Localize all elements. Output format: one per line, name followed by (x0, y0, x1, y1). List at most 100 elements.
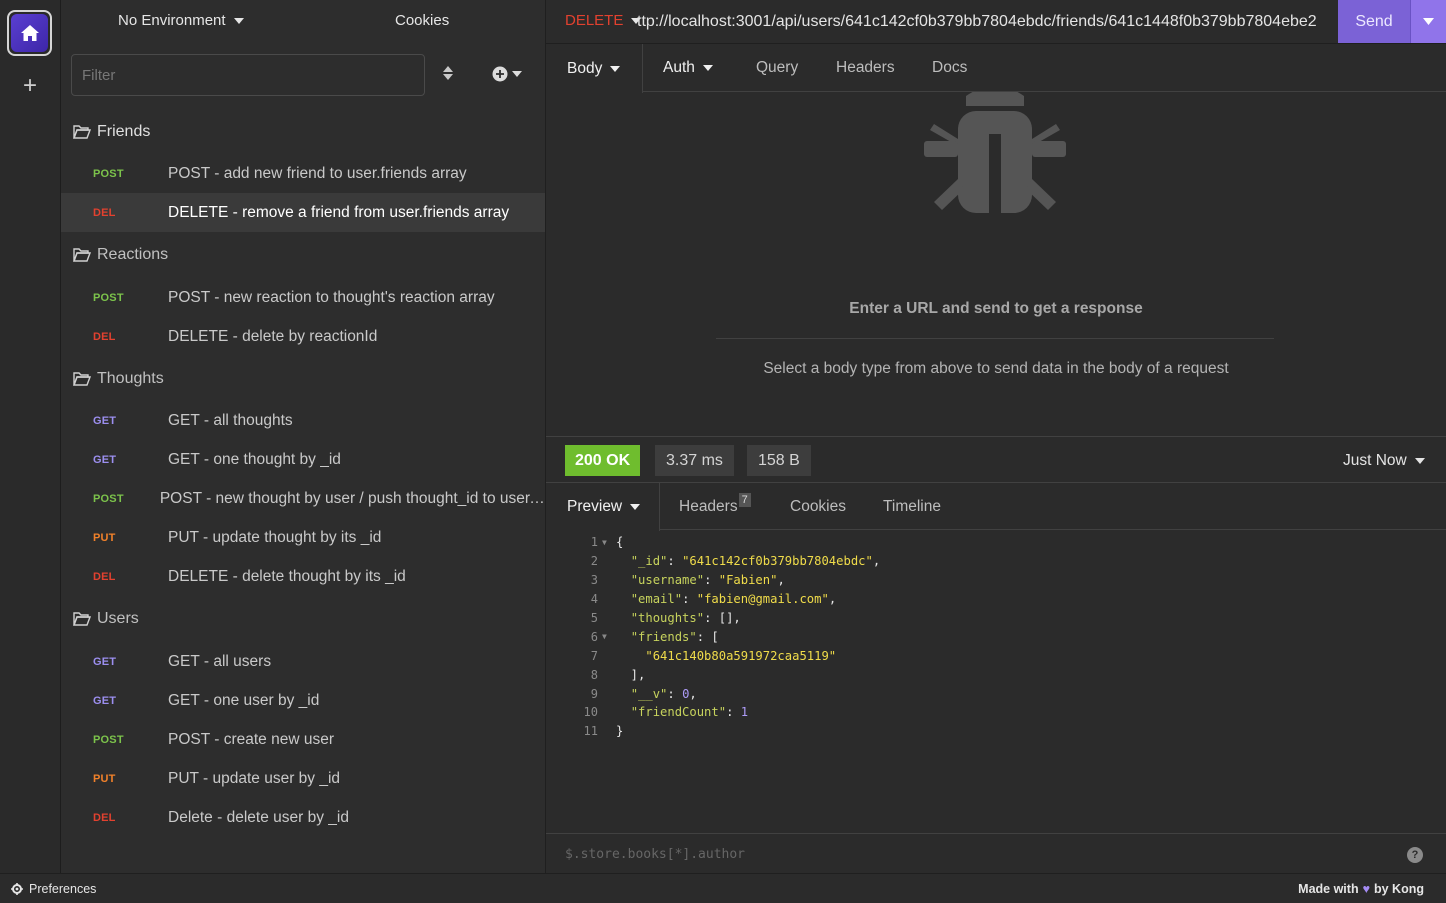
json-punct: : [], (704, 611, 741, 625)
folder-label: Thoughts (97, 370, 164, 387)
request-item[interactable]: GET GET - all users (61, 642, 545, 681)
request-name: PUT - update thought by its _id (168, 528, 382, 546)
filter-input[interactable] (71, 54, 425, 96)
response-filter-bar: ? (546, 833, 1446, 873)
code-text: ], (616, 668, 646, 682)
url-bar: DELETE Send (546, 0, 1446, 44)
add-project-icon[interactable]: + (19, 74, 41, 98)
request-item[interactable]: PUT PUT - update user by _id (61, 759, 545, 798)
json-punct: : (726, 705, 741, 720)
request-item[interactable]: POST POST - create new user (61, 720, 545, 759)
folder-label: Users (97, 610, 139, 627)
json-string: "641c140b80a591972caa5119" (645, 648, 837, 663)
json-punct: : (704, 573, 719, 588)
home-icon (11, 14, 48, 52)
line-number: 11 (583, 724, 598, 739)
line-number: 3 (590, 573, 598, 588)
code-line: 8 ], (546, 665, 1446, 684)
made-with-kong[interactable]: Made with ♥ by Kong (1298, 882, 1424, 896)
request-item[interactable]: GET GET - one thought by _id (61, 440, 545, 479)
empty-state-title: Enter a URL and send to get a response (849, 300, 1143, 317)
request-item[interactable]: GET GET - all thoughts (61, 401, 545, 440)
json-punct: : (667, 686, 683, 701)
request-body-panel: Enter a URL and send to get a response S… (546, 92, 1446, 437)
request-name: DELETE - delete thought by its _id (168, 567, 406, 585)
create-button[interactable] (492, 62, 528, 86)
request-item[interactable]: POST POST - new reaction to thought's rea… (61, 278, 545, 317)
tab-preview[interactable]: Preview (546, 483, 660, 531)
tab-body[interactable]: Body (546, 44, 643, 93)
tab-query[interactable]: Query (756, 44, 798, 92)
request-item[interactable]: POST POST - new thought by user / push th… (61, 479, 545, 518)
send-button[interactable]: Send (1338, 0, 1410, 43)
request-item[interactable]: DEL DELETE - remove a friend from user.fr… (61, 193, 545, 232)
preferences-button[interactable]: Preferences (11, 882, 96, 896)
method-select[interactable]: DELETE (565, 12, 642, 29)
folder-1[interactable]: Reactions (73, 243, 168, 267)
jsonpath-filter-input[interactable] (565, 844, 1265, 864)
cookies-button[interactable]: Cookies (395, 12, 449, 29)
tab-docs[interactable]: Docs (932, 44, 967, 92)
response-preview-code[interactable]: 1 ▼{2 "_id": "641c142cf0b379bb7804ebdc", 3… (546, 533, 1446, 831)
code-line: 6 ▼ "friends": [ (546, 627, 1446, 646)
json-punct: : [ (696, 629, 719, 644)
code-line: 10 "friendCount": 1 (546, 703, 1446, 722)
folder-open-icon (73, 612, 91, 626)
response-history-select[interactable]: Just Now (1343, 452, 1425, 470)
tab-auth[interactable]: Auth (663, 44, 713, 92)
json-punct: , (828, 592, 837, 607)
sort-icon[interactable] (441, 63, 459, 85)
chevron-down-icon (1414, 458, 1425, 464)
code-text: "_id": "641c142cf0b379bb7804ebdc", (616, 554, 881, 569)
code-text: "friends": [ (616, 630, 719, 644)
folder-2[interactable]: Thoughts (73, 367, 164, 391)
request-item[interactable]: DEL DELETE - delete by reactionId (61, 317, 545, 356)
json-key: "friends" (630, 629, 697, 644)
size-badge: 158 B (747, 445, 811, 476)
status-badge: 200 OK (565, 445, 641, 476)
home-button[interactable] (7, 10, 52, 56)
tab-timeline[interactable]: Timeline (883, 483, 941, 531)
send-options-button[interactable] (1410, 0, 1446, 43)
method-badge: POST (93, 291, 124, 304)
fold-toggle-icon[interactable]: ▼ (598, 632, 616, 641)
help-icon[interactable]: ? (1407, 847, 1423, 863)
json-key: "_id" (630, 554, 668, 569)
fold-toggle-icon[interactable]: ▼ (598, 538, 616, 547)
tab-headers[interactable]: Headers (836, 44, 895, 92)
request-item[interactable]: GET GET - one user by _id (61, 681, 545, 720)
request-tabs: Body Auth Query Headers Docs (546, 44, 1446, 93)
tab-response-headers[interactable]: Headers 7 (679, 483, 751, 531)
json-string: "Fabien" (718, 573, 778, 588)
folder-0[interactable]: Friends (73, 120, 150, 144)
json-punct: { (616, 535, 624, 550)
request-item[interactable]: DEL DELETE - delete thought by its _id (61, 557, 545, 596)
response-meta-bar: 200 OK 3.37 ms 158 B Just Now (546, 436, 1446, 483)
request-item[interactable]: DEL Delete - delete user by _id (61, 798, 545, 837)
json-punct: : (682, 592, 697, 607)
headers-count-badge: 7 (738, 493, 751, 507)
line-number: 10 (583, 705, 598, 720)
request-item[interactable]: POST POST - add new friend to user.friend… (61, 154, 545, 193)
folder-open-icon (73, 372, 91, 386)
url-input[interactable] (637, 10, 1337, 34)
sidebar: No Environment Cookies Friends POST POST -… (61, 0, 546, 873)
code-line: 11} (546, 722, 1446, 741)
folder-3[interactable]: Users (73, 607, 139, 631)
code-line: 4 "email": "fabien@gmail.com", (546, 590, 1446, 609)
request-item[interactable]: PUT PUT - update thought by its _id (61, 518, 545, 557)
line-number: 8 (590, 667, 598, 682)
request-name: POST - new reaction to thought's reactio… (168, 288, 495, 306)
code-text: "__v": 0, (616, 687, 697, 701)
json-punct: , (777, 573, 785, 588)
tab-auth-label: Auth (663, 59, 695, 76)
bug-icon (924, 92, 1066, 214)
environment-select[interactable]: No Environment (118, 12, 244, 29)
json-key: "username" (630, 573, 705, 588)
method-badge: DEL (93, 206, 116, 219)
request-name: POST - create new user (168, 730, 334, 748)
json-punct: , (872, 554, 881, 569)
code-line: 1 ▼{ (546, 533, 1446, 552)
request-name: GET - one thought by _id (168, 450, 341, 468)
tab-response-cookies[interactable]: Cookies (790, 483, 846, 531)
